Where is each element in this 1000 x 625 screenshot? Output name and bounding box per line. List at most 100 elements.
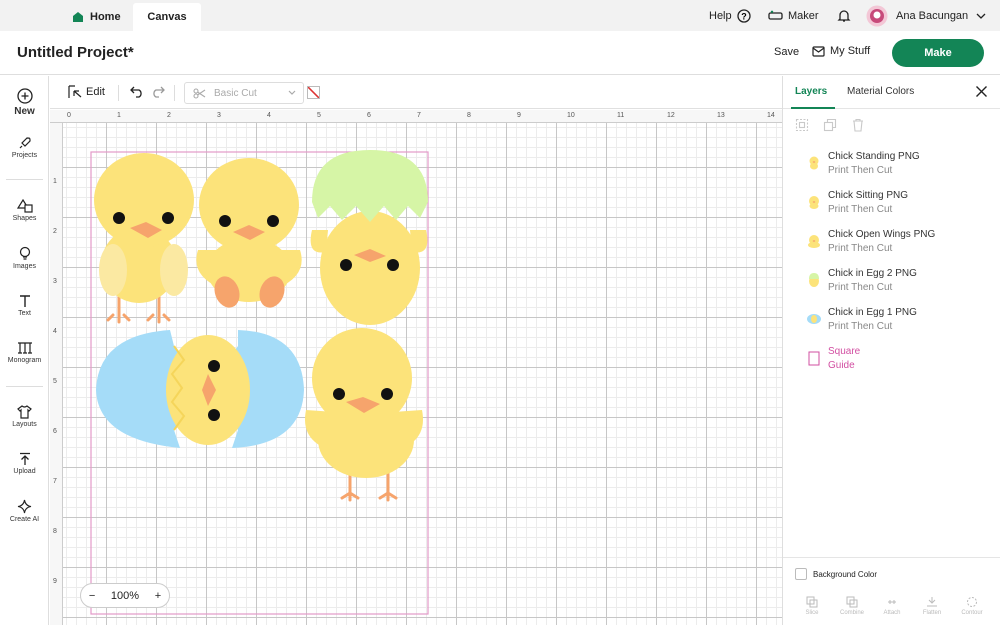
slice-icon: [806, 596, 818, 608]
sidebar-item-text[interactable]: Text: [0, 294, 49, 317]
project-title[interactable]: Untitled Project*: [17, 44, 134, 61]
chevron-down-icon: [976, 13, 986, 19]
tab-canvas[interactable]: Canvas: [133, 3, 201, 31]
contour-label: Contour: [961, 610, 983, 616]
tab-material-colors[interactable]: Material Colors: [847, 86, 914, 97]
layer-name: Chick Open Wings PNG: [828, 229, 936, 240]
layer-item[interactable]: Chick Standing PNG Print Then Cut: [783, 145, 1000, 184]
contour-icon: [967, 597, 977, 607]
contour-button[interactable]: Contour: [957, 596, 987, 616]
panel-footer: Background Color Slice Combine Attach Fl…: [783, 557, 1000, 625]
sidebar-item-create-ai[interactable]: Create AI: [0, 499, 49, 523]
layer-name: Chick Sitting PNG: [828, 190, 909, 201]
layer-name: Chick in Egg 2 PNG: [828, 268, 917, 279]
make-button[interactable]: Make: [892, 39, 984, 67]
sidebar-item-images[interactable]: Images: [0, 246, 49, 270]
layer-operation: Print Then Cut: [828, 243, 893, 254]
chick-open-wings[interactable]: [310, 150, 428, 325]
operation-select[interactable]: Basic Cut: [184, 82, 304, 104]
layer-operation: Print Then Cut: [828, 165, 893, 176]
edit-cursor-icon: [68, 85, 82, 98]
plus-circle-icon: [16, 88, 33, 104]
flatten-label: Flatten: [922, 610, 942, 616]
tab-layers[interactable]: Layers: [795, 86, 827, 97]
layer-actions: [795, 118, 865, 132]
layer-item[interactable]: Chick in Egg 2 PNG Print Then Cut: [783, 262, 1000, 301]
tab-home-label: Home: [90, 11, 121, 23]
chevron-down-icon: [288, 90, 296, 95]
tab-home[interactable]: Home: [72, 3, 121, 31]
sidebar-item-shapes[interactable]: Shapes: [0, 199, 49, 222]
slice-label: Slice: [805, 610, 819, 616]
combine-button[interactable]: Combine: [837, 596, 867, 616]
background-color-label: Background Color: [813, 569, 878, 579]
notifications-button[interactable]: [837, 0, 851, 31]
redo-icon[interactable]: [151, 85, 165, 98]
machine-button[interactable]: Maker: [768, 0, 819, 31]
chick-standing[interactable]: [94, 153, 194, 324]
save-button[interactable]: Save: [774, 46, 799, 58]
sidebar-item-label: Images: [13, 263, 36, 270]
layer-operation: Print Then Cut: [828, 204, 893, 215]
help-button[interactable]: Help ?: [709, 0, 751, 31]
project-bar: Untitled Project* Save My Stuff Make: [0, 31, 1000, 75]
lightbulb-icon: [19, 246, 30, 260]
sidebar-item-label: Shapes: [12, 215, 37, 222]
slice-button[interactable]: Slice: [797, 596, 827, 616]
chick-in-egg-blue[interactable]: [96, 330, 304, 448]
svg-text:?: ?: [741, 11, 747, 21]
sidebar-item-upload[interactable]: Upload: [0, 452, 49, 475]
group-icon[interactable]: [795, 118, 809, 132]
design-canvas[interactable]: 0 1 2 3 4 5 6 7 8 9 10 11 12 13 14 123456789: [50, 110, 782, 625]
sidebar-item-label: Projects: [11, 152, 38, 159]
duplicate-icon[interactable]: [823, 118, 837, 132]
upload-icon: [19, 452, 30, 465]
linetype-color-swatch[interactable]: [307, 86, 320, 99]
close-icon[interactable]: [975, 85, 988, 98]
zoom-in-button[interactable]: +: [155, 590, 161, 602]
combine-label: Combine: [839, 610, 864, 616]
sidebar-item-label: New: [14, 106, 35, 117]
user-menu[interactable]: Ana Bacungan: [866, 0, 986, 31]
layer-item[interactable]: Square Guide: [783, 340, 1000, 379]
attach-button[interactable]: Attach: [877, 596, 907, 616]
flatten-button[interactable]: Flatten: [917, 596, 947, 616]
toolbar-divider: [174, 85, 175, 101]
flatten-icon: [927, 597, 937, 607]
shapes-icon: [16, 199, 33, 213]
my-stuff-button[interactable]: My Stuff: [812, 45, 870, 57]
undo-icon[interactable]: [130, 85, 144, 98]
monogram-icon: [17, 342, 32, 354]
edit-button[interactable]: Edit: [68, 85, 105, 99]
help-label: Help: [709, 9, 732, 22]
chick-standing-large[interactable]: [305, 328, 423, 502]
layer-item[interactable]: Chick in Egg 1 PNG Print Then Cut: [783, 301, 1000, 340]
sidebar-item-projects[interactable]: Projects: [0, 136, 49, 159]
layers-panel: Layers Material Colors Chick Standing PN…: [782, 76, 1000, 625]
layer-item[interactable]: Chick Open Wings PNG Print Then Cut: [783, 223, 1000, 262]
edit-toolbar: Edit Basic Cut: [50, 76, 782, 109]
chick-thumbnail-icon: [808, 235, 820, 248]
background-color-toggle[interactable]: Background Color: [795, 568, 877, 580]
mail-icon: [812, 45, 825, 57]
zoom-level[interactable]: 100%: [111, 590, 139, 602]
home-icon: [73, 12, 83, 22]
layer-name: Chick Standing PNG: [828, 151, 920, 162]
zoom-out-button[interactable]: −: [89, 590, 95, 602]
chick-sitting[interactable]: [196, 158, 302, 311]
layer-name: Square: [828, 346, 861, 357]
active-tab-indicator: [791, 107, 835, 109]
user-name: Ana Bacungan: [896, 9, 969, 22]
delete-icon[interactable]: [851, 118, 865, 132]
sidebar-item-layouts[interactable]: Layouts: [0, 405, 49, 428]
edit-label: Edit: [86, 86, 105, 98]
shirt-icon: [17, 405, 32, 419]
sidebar-item-monogram[interactable]: Monogram: [0, 341, 49, 364]
background-color-checkbox[interactable]: [795, 568, 807, 580]
layer-operation: Print Then Cut: [828, 321, 893, 332]
sidebar-divider: [6, 386, 43, 387]
layer-name: Chick in Egg 1 PNG: [828, 307, 917, 318]
sidebar-item-new[interactable]: New: [0, 88, 49, 117]
sidebar-divider: [6, 179, 43, 180]
layer-item[interactable]: Chick Sitting PNG Print Then Cut: [783, 184, 1000, 223]
